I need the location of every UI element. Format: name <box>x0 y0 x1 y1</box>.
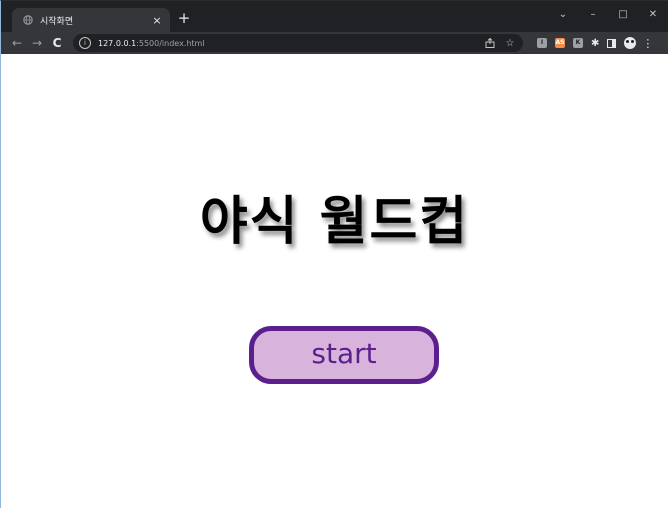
url-host: 127.0.0.1 <box>98 38 137 48</box>
tab-close-icon[interactable]: × <box>150 13 164 27</box>
page-content: 야식 월드컵 start <box>1 54 668 508</box>
extension-icon-1[interactable]: I <box>537 38 547 48</box>
reload-button[interactable]: C <box>47 33 67 53</box>
tab-search-icon[interactable]: ⌄ <box>548 5 578 23</box>
url-text: 127.0.0.1:5500/index.html <box>98 39 205 48</box>
globe-icon <box>22 15 33 26</box>
kebab-menu-icon[interactable]: ⋮ <box>642 37 653 50</box>
tab-start-screen[interactable]: 시작화면 × <box>12 8 170 32</box>
omnibox-actions: ☆ <box>477 36 517 50</box>
tab-title: 시작화면 <box>40 16 74 27</box>
browser-window: 시작화면 × + ⌄ – □ ✕ ← → C i 127.0.0.1:5500/… <box>0 0 668 508</box>
share-icon[interactable] <box>483 36 497 50</box>
profile-avatar-icon[interactable] <box>624 37 637 49</box>
address-bar[interactable]: i 127.0.0.1:5500/index.html ☆ <box>73 34 523 52</box>
start-button[interactable]: start <box>249 326 439 384</box>
bookmark-star-icon[interactable]: ☆ <box>503 36 517 50</box>
extension-icon-3[interactable]: K <box>573 38 583 48</box>
forward-button[interactable]: → <box>27 33 47 53</box>
extensions-bar: I AS K ✱ ⋮ <box>537 37 653 50</box>
info-icon[interactable]: i <box>79 37 91 49</box>
window-controls: ⌄ – □ ✕ <box>548 5 668 23</box>
extension-icon-2[interactable]: AS <box>555 38 565 48</box>
page-title: 야식 월드컵 <box>199 192 470 252</box>
tab-strip: 시작화면 × + ⌄ – □ ✕ <box>1 1 668 32</box>
minimize-button[interactable]: – <box>578 5 608 23</box>
url-path: :5500/index.html <box>136 38 205 48</box>
puzzle-icon[interactable]: ✱ <box>591 38 599 49</box>
new-tab-button[interactable]: + <box>177 11 191 26</box>
side-panel-icon[interactable] <box>607 38 617 48</box>
maximize-button[interactable]: □ <box>608 5 638 23</box>
close-window-button[interactable]: ✕ <box>638 5 668 23</box>
back-button[interactable]: ← <box>7 33 27 53</box>
browser-toolbar: ← → C i 127.0.0.1:5500/index.html ☆ I AS… <box>1 32 668 54</box>
